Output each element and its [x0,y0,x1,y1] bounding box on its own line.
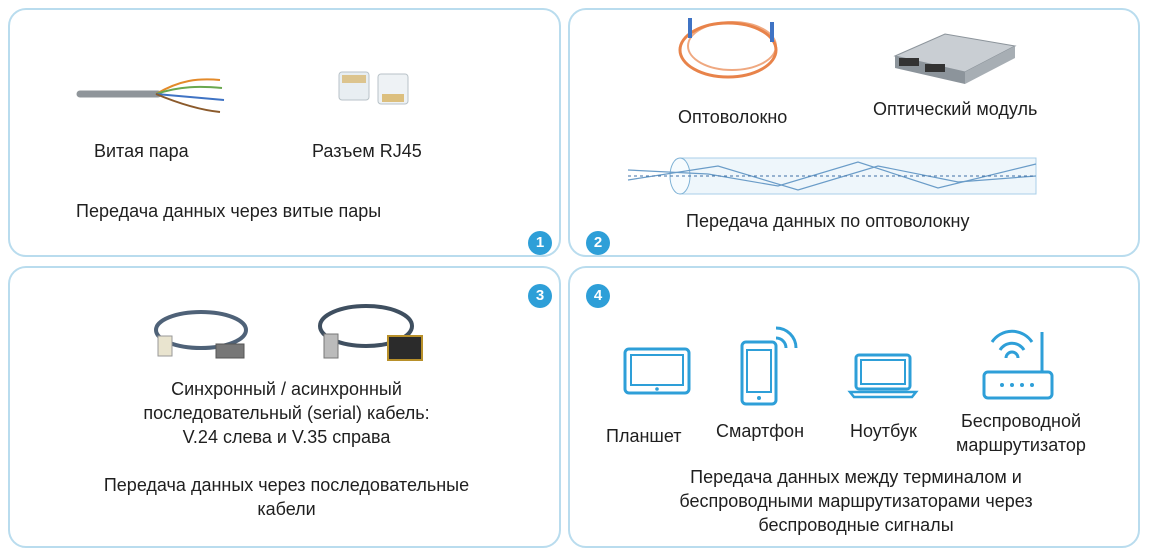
panel-twisted-pair: Витая пара Разъем RJ45 Передача данных ч… [8,8,561,257]
panel-1-caption: Передача данных через витые пары [76,201,382,221]
panel-4-caption-line2: беспроводными маршрутизаторами через [679,491,1033,511]
router-label-line1: Беспроводной [960,411,1082,431]
optical-module-label: Оптический модуль [873,99,1038,119]
panel-1-number-badge: 1 [528,231,552,255]
smartphone-label: Смартфон [716,421,805,441]
panel-4-number-badge: 4 [586,284,610,308]
panel-3-caption-line2: кабели [257,499,316,519]
tablet-label: Планшет [606,426,682,446]
rj45-connector-image [338,71,409,105]
v35-cable-image [318,304,423,361]
laptop-label: Ноутбук [850,421,917,441]
panel-wireless: 4 Планшет Смартфон Ноутбук Беспроводной … [568,266,1140,548]
twisted-pair-label: Витая пара [94,141,189,161]
panel-2-number-badge: 2 [586,231,610,255]
serial-label-line2: последовательный (serial) кабель: [143,403,430,423]
panel-3-number-badge: 3 [528,284,552,308]
panel-serial: 3 Синхронный / асинхронный последователь… [8,266,561,548]
laptop-icon [847,353,919,399]
serial-label-line1: Синхронный / асинхронный [171,379,402,399]
router-icon [982,329,1054,400]
smartphone-icon [740,326,798,406]
fiber-transmission-diagram [627,157,1037,195]
panel-fiber: Оптоволокно Оптический модуль Передача д… [568,8,1140,257]
panel-4-caption-line3: беспроводные сигналы [758,515,954,535]
tablet-icon [623,347,691,395]
optical-module-image [893,33,1017,84]
panel-4-caption-line1: Передача данных между терминалом и [690,467,1022,487]
panel-2-caption: Передача данных по оптоволокну [686,211,970,231]
router-label-line2: маршрутизатор [956,435,1086,455]
fiber-label: Оптоволокно [678,107,788,127]
fiber-cable-image [678,18,778,79]
v24-cable-image [154,310,248,359]
serial-label-line3: V.24 слева и V.35 справа [182,427,391,447]
panel-3-caption-line1: Передача данных через последовательные [103,475,470,495]
rj45-label: Разъем RJ45 [312,141,422,161]
twisted-pair-cable-image [76,78,225,113]
